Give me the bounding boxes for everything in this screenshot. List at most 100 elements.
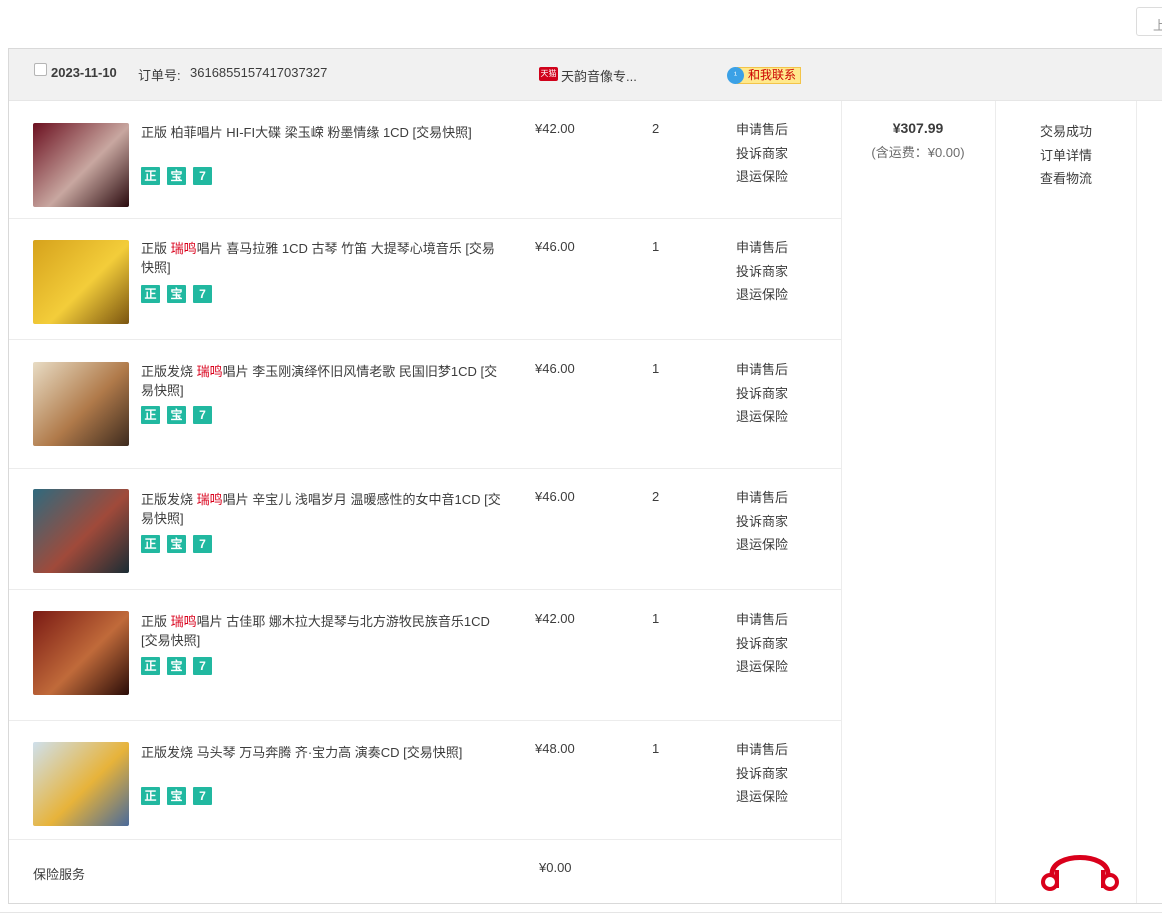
consumer-protection-badge-icon[interactable]: 宝 (167, 406, 186, 424)
genuine-badge-icon[interactable]: 正 (141, 406, 160, 424)
order-detail-link[interactable]: 订单详情 (996, 144, 1136, 168)
order-number-label: 订单号: (138, 68, 181, 83)
order-item-row: 正版 瑞鸣唱片 古佳耶 娜木拉大提琴与北方游牧民族音乐1CD [交易快照] 正宝 7… (9, 590, 841, 721)
return-shipping-insurance-link[interactable]: 退运保险 (736, 533, 788, 557)
product-cover-image[interactable] (33, 611, 129, 695)
seven-day-return-badge-icon[interactable]: 7 (193, 285, 212, 303)
complain-merchant-link[interactable]: 投诉商家 (736, 632, 788, 656)
unit-price: ¥46.00 (535, 361, 575, 376)
seven-day-return-badge-icon[interactable]: 7 (193, 406, 212, 424)
item-operations: 申请售后 投诉商家 退运保险 (736, 738, 788, 809)
consumer-protection-badge-icon[interactable]: 宝 (167, 657, 186, 675)
order-header: 2023-11-10 订单号: 3616855157417037327 天猫 天… (9, 49, 1162, 101)
complain-merchant-link[interactable]: 投诉商家 (736, 510, 788, 534)
seven-day-return-badge-icon[interactable]: 7 (193, 787, 212, 805)
seven-day-return-badge-icon[interactable]: 7 (193, 167, 212, 185)
apply-after-sale-link[interactable]: 申请售后 (736, 236, 788, 260)
return-shipping-insurance-link[interactable]: 退运保险 (736, 785, 788, 809)
service-badges: 正宝7 (141, 167, 219, 185)
seven-day-return-badge-icon[interactable]: 7 (193, 535, 212, 553)
product-cover-image[interactable] (33, 240, 129, 324)
genuine-badge-icon[interactable]: 正 (141, 535, 160, 553)
complain-merchant-link[interactable]: 投诉商家 (736, 382, 788, 406)
product-title-link[interactable]: 正版 瑞鸣唱片 喜马拉雅 1CD 古琴 竹笛 大提琴心境音乐 [交易快照] (141, 239, 501, 277)
brand-highlight: 瑞鸣 (170, 614, 197, 629)
item-operations: 申请售后 投诉商家 退运保险 (736, 486, 788, 557)
genuine-badge-icon[interactable]: 正 (141, 285, 160, 303)
unit-price: ¥46.00 (535, 239, 575, 254)
order-total: ¥307.99 (含运费：¥0.00) (841, 120, 995, 161)
brand-highlight: 瑞鸣 (196, 364, 223, 379)
order-item-row: 正版发烧 马头琴 万马奔腾 齐·宝力高 演奏CD [交易快照] 正宝 7 ¥48.00… (9, 721, 841, 840)
return-shipping-insurance-link[interactable]: 退运保险 (736, 165, 788, 189)
service-badges: 正宝7 (141, 406, 219, 424)
quantity: 1 (652, 611, 660, 626)
quantity: 1 (652, 361, 660, 376)
product-title-text: 正版 (141, 614, 171, 629)
return-shipping-insurance-link[interactable]: 退运保险 (736, 655, 788, 679)
order-number: 3616855157417037327 (190, 65, 328, 80)
apply-after-sale-link[interactable]: 申请售后 (736, 358, 788, 382)
product-title-link[interactable]: 正版发烧 瑞鸣唱片 李玉刚演绎怀旧风情老歌 民国旧梦1CD [交易快照] (141, 362, 501, 400)
product-title-text: 正版发烧 马头琴 万马奔腾 齐·宝力高 演奏CD [交易快照] (141, 745, 463, 760)
consumer-protection-badge-icon[interactable]: 宝 (167, 535, 186, 553)
quantity: 2 (652, 489, 660, 504)
order-date: 2023-11-10 (51, 65, 117, 80)
product-cover-image[interactable] (33, 123, 129, 207)
order-item-row: 正版 瑞鸣唱片 喜马拉雅 1CD 古琴 竹笛 大提琴心境音乐 [交易快照] 正宝 7… (9, 219, 841, 340)
complain-merchant-link[interactable]: 投诉商家 (736, 142, 788, 166)
shipping-fee: (含运费：¥0.00) (871, 145, 965, 160)
seven-day-return-badge-icon[interactable]: 7 (193, 657, 212, 675)
apply-after-sale-link[interactable]: 申请售后 (736, 486, 788, 510)
apply-after-sale-link[interactable]: 申请售后 (736, 738, 788, 762)
service-badges: 正宝7 (141, 535, 219, 553)
product-title-text: 正版发烧 (141, 492, 197, 507)
item-operations: 申请售后 投诉商家 退运保险 (736, 608, 788, 679)
product-title-link[interactable]: 正版发烧 瑞鸣唱片 辛宝儿 浅唱岁月 温暖感性的女中音1CD [交易快照] (141, 490, 501, 528)
consumer-protection-badge-icon[interactable]: 宝 (167, 285, 186, 303)
apply-after-sale-link[interactable]: 申请售后 (736, 118, 788, 142)
column-divider (1136, 101, 1137, 903)
column-divider (995, 101, 996, 903)
complain-merchant-link[interactable]: 投诉商家 (736, 260, 788, 284)
genuine-badge-icon[interactable]: 正 (141, 657, 160, 675)
chat-bubble-icon: ¹ (727, 67, 744, 84)
product-title-link[interactable]: 正版 瑞鸣唱片 古佳耶 娜木拉大提琴与北方游牧民族音乐1CD [交易快照] (141, 612, 501, 650)
product-title-text: 正版发烧 (141, 364, 197, 379)
product-cover-image[interactable] (33, 742, 129, 826)
consumer-protection-badge-icon[interactable]: 宝 (167, 167, 186, 185)
unit-price: ¥46.00 (535, 489, 575, 504)
top-page-button[interactable]: 上 (1136, 7, 1162, 36)
order-item-row: 正版 柏菲唱片 HI-FI大碟 梁玉嵘 粉墨情缘 1CD [交易快照] 正宝 7 ¥4… (9, 101, 841, 219)
return-shipping-insurance-link[interactable]: 退运保险 (736, 283, 788, 307)
return-shipping-insurance-link[interactable]: 退运保险 (736, 405, 788, 429)
consumer-protection-badge-icon[interactable]: 宝 (167, 787, 186, 805)
order-status-column: 交易成功 订单详情 查看物流 (996, 120, 1136, 191)
product-title-link[interactable]: 正版发烧 马头琴 万马奔腾 齐·宝力高 演奏CD [交易快照] (141, 743, 501, 762)
view-logistics-link[interactable]: 查看物流 (996, 167, 1136, 191)
quantity: 1 (652, 741, 660, 756)
product-title-link[interactable]: 正版 柏菲唱片 HI-FI大碟 梁玉嵘 粉墨情缘 1CD [交易快照] (141, 123, 501, 142)
genuine-badge-icon[interactable]: 正 (141, 167, 160, 185)
shop-name-link[interactable]: 天韵音像专... (561, 66, 637, 85)
watermark-logo (1041, 855, 1119, 891)
quantity: 1 (652, 239, 660, 254)
item-operations: 申请售后 投诉商家 退运保险 (736, 358, 788, 429)
product-cover-image[interactable] (33, 362, 129, 446)
service-badges: 正宝7 (141, 657, 219, 675)
order-select-checkbox[interactable] (34, 63, 47, 76)
unit-price: ¥48.00 (535, 741, 575, 756)
genuine-badge-icon[interactable]: 正 (141, 787, 160, 805)
order-total-amount: ¥307.99 (892, 120, 944, 136)
brand-highlight: 瑞鸣 (170, 241, 197, 256)
quantity: 2 (652, 121, 660, 136)
contact-label: 和我联系 (737, 67, 802, 84)
brand-highlight: 瑞鸣 (196, 492, 223, 507)
product-cover-image[interactable] (33, 489, 129, 573)
service-badges: 正宝7 (141, 285, 219, 303)
apply-after-sale-link[interactable]: 申请售后 (736, 608, 788, 632)
complain-merchant-link[interactable]: 投诉商家 (736, 762, 788, 786)
insurance-service-price: ¥0.00 (539, 860, 572, 875)
order-item-row: 正版发烧 瑞鸣唱片 李玉刚演绎怀旧风情老歌 民国旧梦1CD [交易快照] 正宝 7 ¥… (9, 340, 841, 469)
order-item-row: 正版发烧 瑞鸣唱片 辛宝儿 浅唱岁月 温暖感性的女中音1CD [交易快照] 正宝 7… (9, 469, 841, 590)
